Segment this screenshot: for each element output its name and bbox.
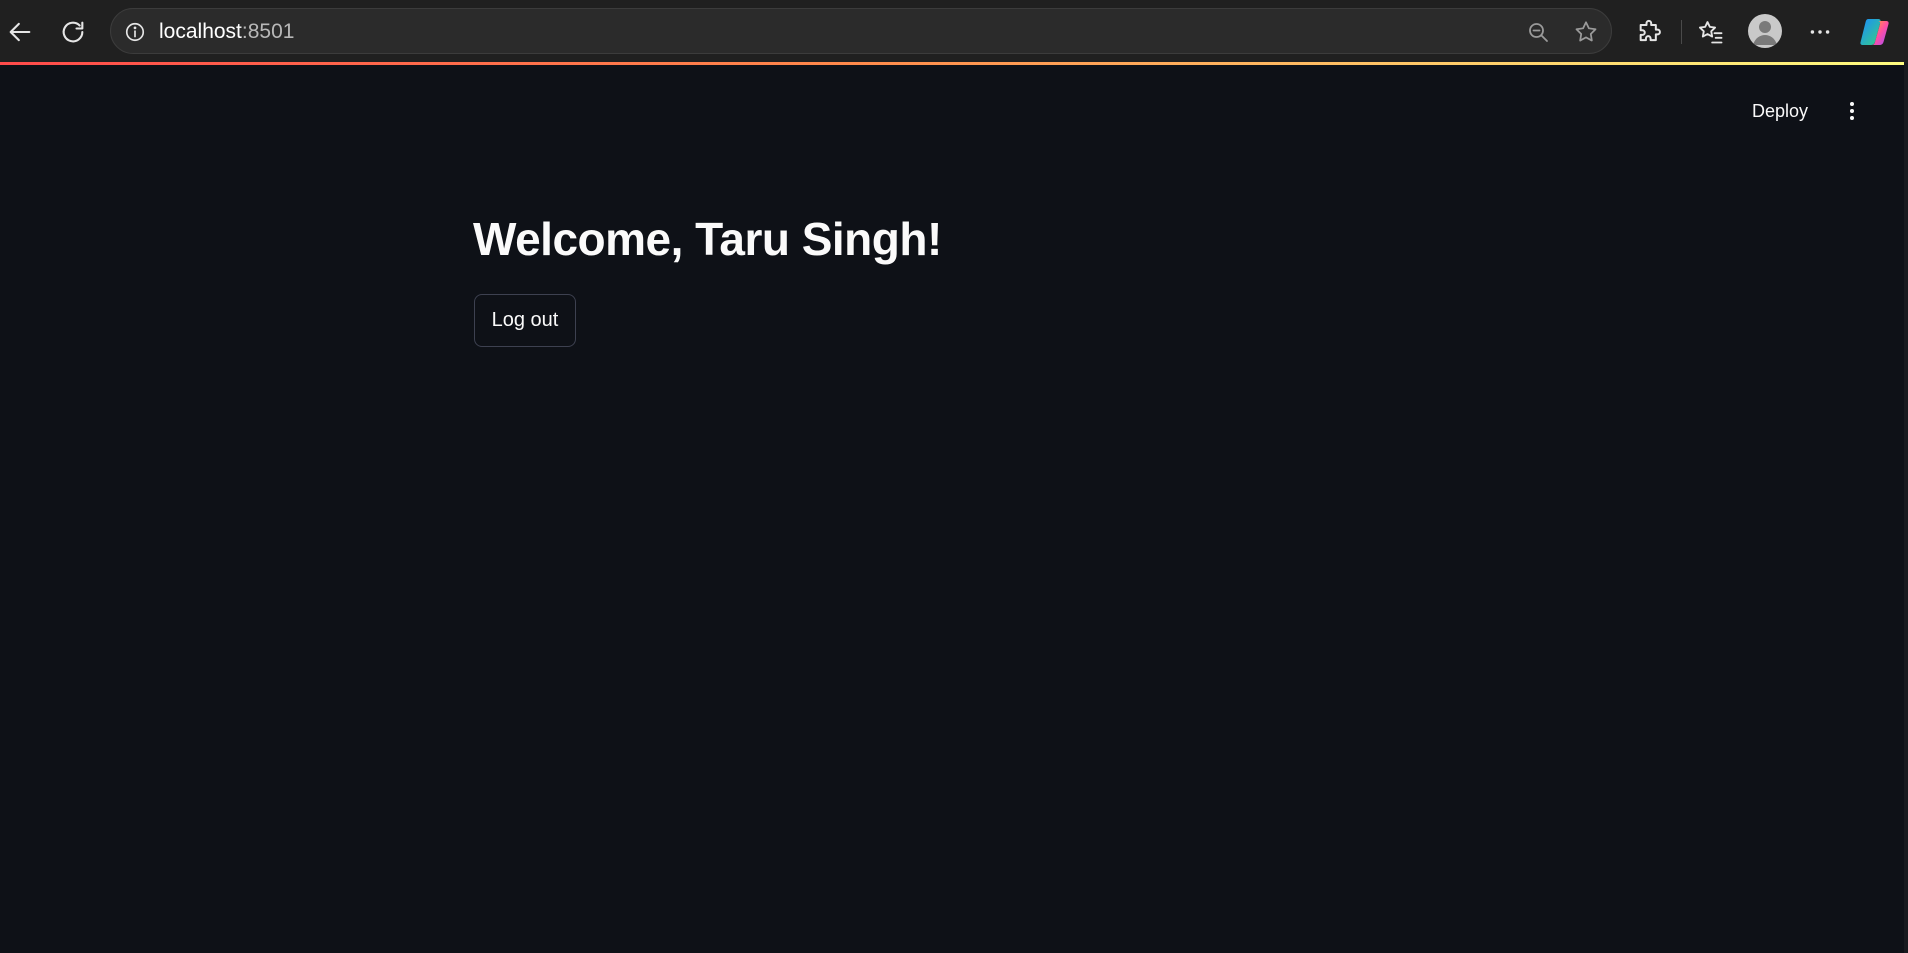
extensions-icon: [1639, 19, 1661, 42]
profile-avatar-button[interactable]: [1748, 14, 1782, 48]
extensions-button[interactable]: [1631, 13, 1669, 51]
deploy-button[interactable]: Deploy: [1744, 95, 1816, 127]
more-options-button[interactable]: [1801, 13, 1839, 51]
address-bar[interactable]: localhost:8501: [110, 8, 1612, 54]
app-view: Deploy Welcome, Taru Singh! Log out: [0, 65, 1904, 953]
vertical-dots-icon: [1850, 102, 1854, 120]
zoom-button[interactable]: [1524, 18, 1552, 46]
favorites-button[interactable]: [1692, 13, 1730, 51]
main-menu-button[interactable]: [1836, 95, 1868, 127]
url-port: :8501: [241, 20, 295, 43]
favorite-star-icon: [1575, 21, 1597, 42]
copilot-icon: [1860, 19, 1889, 45]
refresh-button[interactable]: [55, 14, 91, 50]
more-options-icon: [1810, 30, 1830, 34]
zoom-out-icon: [1529, 23, 1548, 42]
url-host: localhost: [159, 20, 242, 43]
page-title: Welcome, Taru Singh!: [473, 213, 942, 265]
site-info-icon: [125, 22, 145, 42]
scrollbar[interactable]: [1904, 63, 1908, 953]
profile-avatar-icon: [1753, 21, 1777, 45]
site-info-button[interactable]: [121, 18, 149, 46]
favorites-list-icon: [1698, 21, 1723, 44]
url-text[interactable]: localhost:8501: [159, 20, 294, 44]
toolbar-divider: [1681, 20, 1682, 44]
copilot-button[interactable]: [1856, 13, 1894, 51]
browser-toolbar: localhost:8501: [0, 0, 1908, 63]
favorite-button[interactable]: [1572, 18, 1600, 46]
back-arrow-icon: [9, 22, 31, 42]
back-button[interactable]: [2, 14, 38, 50]
refresh-icon: [62, 21, 84, 43]
logout-button[interactable]: Log out: [474, 294, 576, 347]
